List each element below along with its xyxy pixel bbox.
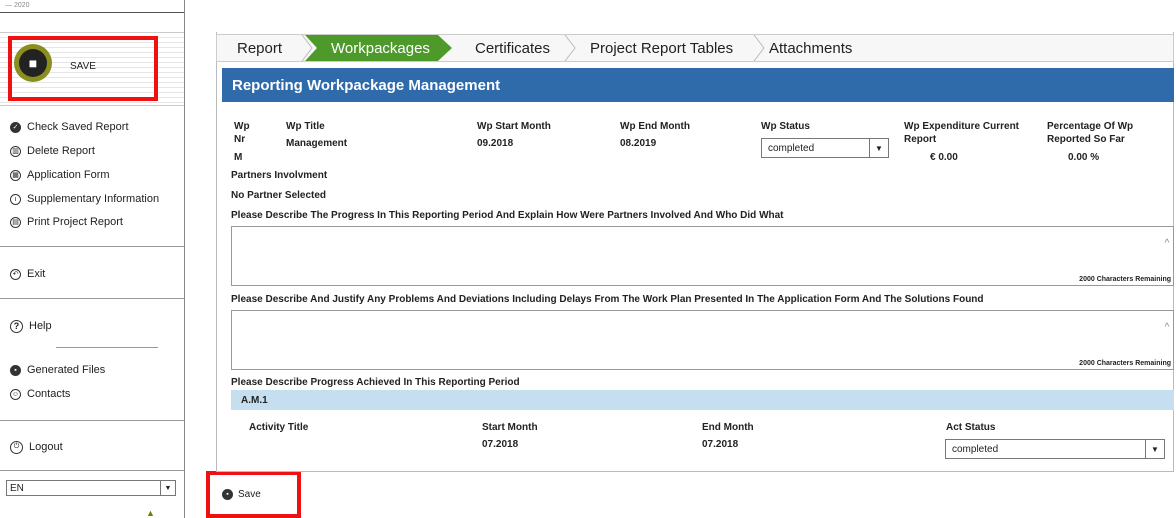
activity-status-value: completed xyxy=(952,443,999,455)
wp-expenditure-label: Wp Expenditure Current xyxy=(904,121,1020,132)
menu-label: Supplementary Information xyxy=(27,193,160,205)
wp-percentage-label-2: Reported So Far xyxy=(1047,134,1125,145)
progress-remaining: 2000 Characters Remaining xyxy=(1079,276,1171,283)
menu-label: Contacts xyxy=(27,388,71,400)
wp-end-label: Wp End Month xyxy=(620,121,690,132)
wp-expenditure-value: € 0.00 xyxy=(930,152,958,163)
language-select[interactable]: EN ▼ xyxy=(6,480,176,496)
menu-contacts[interactable]: ☺ Contacts xyxy=(10,386,70,402)
check-circle-icon: ✓ xyxy=(10,121,21,133)
print-icon: ▤ xyxy=(10,216,21,228)
save-icon: ▪ xyxy=(222,489,233,500)
menu-label: Delete Report xyxy=(27,145,95,157)
menu-help[interactable]: ? Help xyxy=(10,318,52,334)
menu-label: Help xyxy=(29,320,52,332)
wp-start-label: Wp Start Month xyxy=(477,121,551,132)
info-icon: ı xyxy=(10,193,21,205)
menu-print-project-report[interactable]: ▤ Print Project Report xyxy=(10,214,123,230)
menu-label: Exit xyxy=(27,268,46,280)
menu-application-form[interactable]: ▦ Application Form xyxy=(10,167,110,183)
divider xyxy=(0,420,184,421)
page-title: Reporting Workpackage Management xyxy=(222,68,1174,102)
menu-logout[interactable]: ⏻ Logout xyxy=(10,439,63,455)
contacts-icon: ☺ xyxy=(10,388,21,400)
language-value: EN xyxy=(10,482,24,494)
menu-label: Logout xyxy=(29,441,63,453)
divider xyxy=(0,470,184,471)
partners-label: Partners Involvment xyxy=(231,170,328,181)
bottom-save-button[interactable]: ▪ Save xyxy=(222,489,261,500)
highlight-save-box xyxy=(8,36,158,101)
bottom-save-label: Save xyxy=(238,489,261,500)
menu-supplementary-information[interactable]: ı Supplementary Information xyxy=(10,191,159,207)
wp-end-value: 08.2019 xyxy=(620,138,657,149)
tab-separator-icon xyxy=(753,35,765,61)
activity-header: A.M.1 xyxy=(231,390,1174,410)
chevron-down-icon: ▼ xyxy=(869,139,888,157)
wp-start-value: 09.2018 xyxy=(477,138,514,149)
problems-question: Please Describe And Justify Any Problems… xyxy=(231,294,984,305)
tab-separator-icon xyxy=(564,35,576,61)
trash-icon: ▥ xyxy=(10,145,21,157)
divider xyxy=(0,298,184,299)
wp-percentage-label: Percentage Of Wp xyxy=(1047,121,1134,132)
menu-label: Check Saved Report xyxy=(27,121,129,133)
partners-value: No Partner Selected xyxy=(231,190,327,201)
tab-attachments[interactable]: Attachments xyxy=(769,35,852,61)
menu-exit[interactable]: ↶ Exit xyxy=(10,266,45,282)
problems-remaining: 2000 Characters Remaining xyxy=(1079,360,1171,367)
wp-status-select[interactable]: completed ▼ xyxy=(761,138,889,158)
activity-title-label: Activity Title xyxy=(249,422,309,433)
wp-percentage-value: 0.00 % xyxy=(1068,152,1100,163)
chevron-up-icon: ^ xyxy=(1164,238,1170,249)
activity-end-label: End Month xyxy=(702,422,754,433)
sidebar-top-label: — 2020 xyxy=(5,2,30,9)
chevron-down-icon: ▼ xyxy=(1145,440,1164,458)
help-icon: ? xyxy=(10,319,23,333)
menu-check-saved-report[interactable]: ✓ Check Saved Report xyxy=(10,119,129,135)
logo-mark-icon: ▲ xyxy=(146,508,155,518)
wp-nr-label-2: Nr xyxy=(234,134,246,145)
wp-status-label: Wp Status xyxy=(761,121,810,132)
activity-start-value: 07.2018 xyxy=(482,439,519,450)
tab-bar: Report Workpackages Certificates Project… xyxy=(216,34,1174,62)
bank-icon: ▦ xyxy=(10,169,21,181)
power-icon: ⏻ xyxy=(10,440,23,454)
menu-delete-report[interactable]: ▥ Delete Report xyxy=(10,143,95,159)
menu-label: Generated Files xyxy=(27,364,106,376)
activity-end-value: 07.2018 xyxy=(702,439,739,450)
progress-textarea[interactable]: ^ 2000 Characters Remaining xyxy=(231,226,1174,286)
chevron-up-icon: ^ xyxy=(1164,322,1170,333)
wp-title-value: Management xyxy=(286,138,348,149)
progress-question: Please Describe The Progress In This Rep… xyxy=(231,210,784,221)
tab-project-report-tables[interactable]: Project Report Tables xyxy=(590,35,733,61)
divider xyxy=(56,347,158,348)
menu-label: Application Form xyxy=(27,169,110,181)
achieved-question: Please Describe Progress Achieved In Thi… xyxy=(231,377,520,388)
wp-nr-label: Wp xyxy=(234,121,250,132)
exit-icon: ↶ xyxy=(10,268,21,280)
tab-certificates[interactable]: Certificates xyxy=(475,35,550,61)
divider xyxy=(0,12,184,13)
tab-report[interactable]: Report xyxy=(237,35,282,61)
problems-textarea[interactable]: ^ 2000 Characters Remaining xyxy=(231,310,1174,370)
activity-status-label: Act Status xyxy=(946,422,996,433)
wp-status-value: completed xyxy=(768,142,815,154)
chevron-down-icon: ▼ xyxy=(160,481,175,495)
menu-label: Print Project Report xyxy=(27,216,123,228)
activity-status-select[interactable]: completed ▼ xyxy=(945,439,1165,459)
wp-expenditure-label-2: Report xyxy=(904,134,937,145)
activity-start-label: Start Month xyxy=(482,422,538,433)
tab-workpackages[interactable]: Workpackages xyxy=(305,35,452,61)
divider xyxy=(0,246,184,247)
files-icon: ▪ xyxy=(10,364,21,376)
menu-generated-files[interactable]: ▪ Generated Files xyxy=(10,362,105,378)
wp-nr-value: M xyxy=(234,152,243,163)
wp-title-label: Wp Title xyxy=(286,121,325,132)
